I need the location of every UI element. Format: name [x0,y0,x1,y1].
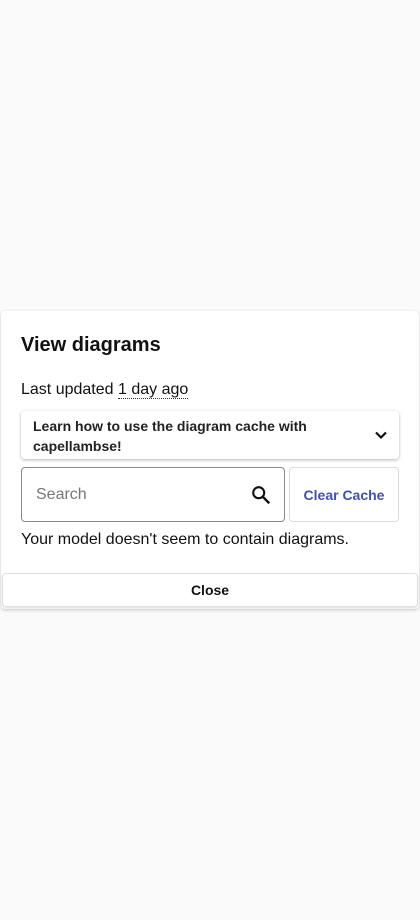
dialog-title: View diagrams [21,334,161,356]
view-diagrams-dialog: View diagrams Last updated 1 day ago Lea… [1,311,419,609]
help-panel-label: Learn how to use the diagram cache with … [33,418,307,454]
search-field [21,467,285,522]
clear-cache-button[interactable]: Clear Cache [289,467,399,522]
search-input[interactable] [36,468,236,521]
search-icon[interactable] [250,484,272,506]
close-button[interactable]: Close [2,573,418,607]
empty-message: Your model doesn't seem to contain diagr… [21,531,349,548]
help-expansion-panel[interactable]: Learn how to use the diagram cache with … [21,411,399,459]
chevron-down-icon [375,431,387,440]
last-updated-value: 1 day ago [117,381,189,399]
last-updated: Last updated 1 day ago [21,381,189,399]
last-updated-label: Last updated [21,381,114,398]
